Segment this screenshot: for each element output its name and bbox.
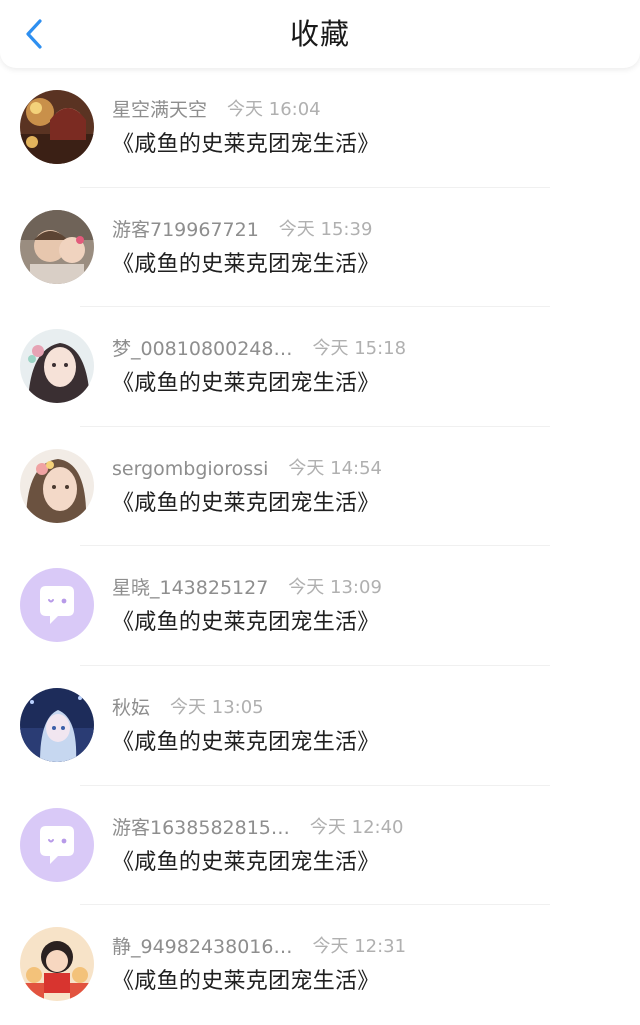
item-meta: 梦_00810800248… 今天 15:18 [112, 335, 406, 363]
avatar[interactable] [20, 448, 94, 523]
list-item[interactable]: 星空满天空 今天 16:04 《咸鱼的史莱克团宠生活》 [0, 68, 640, 188]
username: 星空满天空 [112, 99, 208, 121]
timestamp: 今天 16:04 [227, 99, 321, 120]
item-meta: 星晓_143825127 今天 13:09 [112, 574, 382, 602]
username: 星晓_143825127 [112, 577, 269, 600]
timestamp: 今天 15:39 [278, 218, 373, 240]
chat-bubble-icon [20, 568, 94, 643]
favorites-screen: 收藏 星空满天空 今天 16:04 《咸鱼的史莱克团宠生活》 游客7199677… [0, 0, 640, 1019]
list-item[interactable]: 游客1638582815… 今天 12:40 《咸鱼的史莱克团宠生活》 [0, 786, 640, 906]
book-title: 《咸鱼的史莱克团宠生活》 [112, 849, 380, 875]
item-meta: 静_94982438016… 今天 12:31 [112, 933, 406, 961]
item-meta: 游客1638582815… 今天 12:40 [112, 814, 404, 842]
username: 梦_00810800248… [112, 338, 293, 361]
username: 静_94982438016… [112, 936, 293, 959]
avatar[interactable] [20, 90, 94, 164]
username: sergombgiorossi [112, 457, 269, 480]
list-item[interactable]: sergombgiorossi 今天 14:54 《咸鱼的史莱克团宠生活》 [0, 427, 640, 547]
avatar[interactable] [20, 927, 94, 1002]
item-meta: sergombgiorossi 今天 14:54 [112, 455, 382, 483]
item-meta: 秋妘 今天 13:05 [112, 694, 264, 722]
avatar[interactable] [20, 807, 94, 882]
timestamp: 今天 15:18 [312, 338, 407, 360]
avatar[interactable] [20, 568, 94, 643]
top-bar: 收藏 [0, 0, 640, 68]
page-title: 收藏 [289, 17, 350, 51]
timestamp: 今天 12:31 [312, 936, 407, 958]
book-title: 《咸鱼的史莱克团宠生活》 [112, 969, 380, 995]
book-title: 《咸鱼的史莱克团宠生活》 [112, 610, 380, 636]
avatar[interactable] [20, 209, 94, 284]
book-title: 《咸鱼的史莱克团宠生活》 [112, 251, 380, 277]
username: 游客1638582815… [112, 816, 290, 839]
list-item[interactable]: 静_94982438016… 今天 12:31 《咸鱼的史莱克团宠生活》 [0, 905, 640, 1025]
book-title: 《咸鱼的史莱克团宠生活》 [112, 729, 380, 755]
item-meta: 游客719967721 今天 15:39 [112, 216, 372, 244]
book-title: 《咸鱼的史莱克团宠生活》 [112, 371, 380, 397]
timestamp: 今天 12:40 [309, 816, 404, 838]
timestamp: 今天 14:54 [288, 457, 382, 479]
timestamp: 今天 13:09 [288, 577, 382, 599]
list-item[interactable]: 星晓_143825127 今天 13:09 《咸鱼的史莱克团宠生活》 [0, 546, 640, 666]
timestamp: 今天 13:05 [170, 696, 264, 718]
username: 秋妘 [112, 696, 151, 719]
list-item[interactable]: 梦_00810800248… 今天 15:18 《咸鱼的史莱克团宠生活》 [0, 307, 640, 427]
avatar[interactable] [20, 687, 94, 762]
avatar[interactable] [20, 329, 94, 404]
book-title: 《咸鱼的史莱克团宠生活》 [112, 132, 380, 157]
book-title: 《咸鱼的史莱克团宠生活》 [112, 490, 380, 516]
list-item[interactable]: 秋妘 今天 13:05 《咸鱼的史莱克团宠生活》 [0, 666, 640, 786]
list-item[interactable]: 游客719967721 今天 15:39 《咸鱼的史莱克团宠生活》 [0, 188, 640, 308]
chat-bubble-icon [20, 807, 94, 882]
username: 游客719967721 [112, 218, 259, 241]
favorites-list: 星空满天空 今天 16:04 《咸鱼的史莱克团宠生活》 游客719967721 今天 [0, 68, 640, 1025]
item-meta: 星空满天空 今天 16:04 [112, 96, 321, 124]
